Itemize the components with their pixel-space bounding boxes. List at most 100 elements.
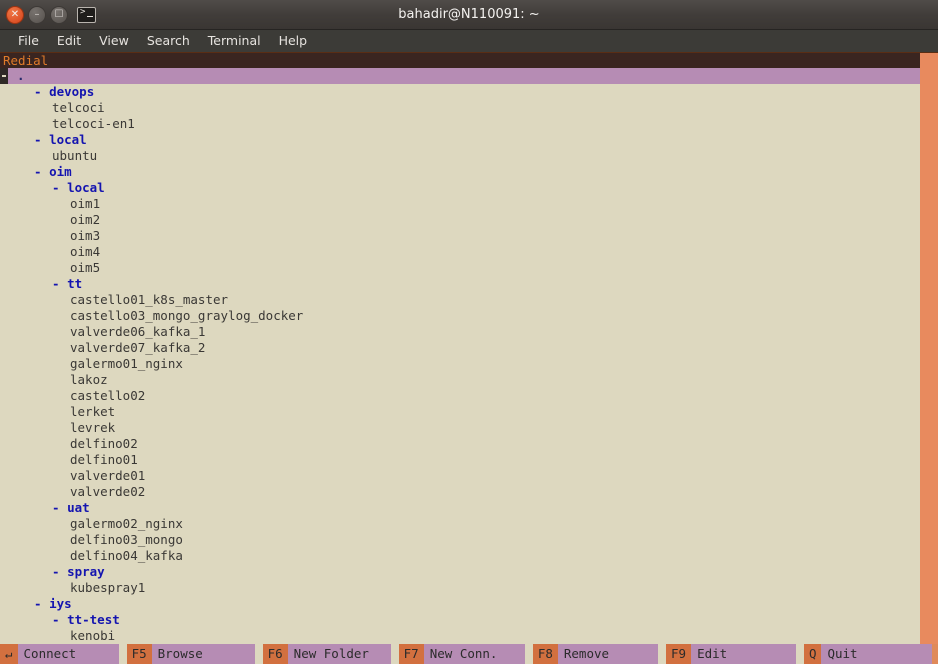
terminal-window: ✕ – ☐ bahadir@N110091: ~ File Edit View …	[0, 0, 938, 664]
fn-gap	[795, 644, 804, 664]
fn-gap	[658, 644, 667, 664]
tree-item-row[interactable]: valverde06_kafka_1	[0, 324, 920, 340]
tree-item-row[interactable]: castello03_mongo_graylog_docker	[0, 308, 920, 324]
tree-folder-row[interactable]: - tt-test	[0, 612, 920, 628]
tree-node-label: uat	[67, 500, 90, 515]
tree-folder-row[interactable]: - uat	[0, 500, 920, 516]
close-icon: ✕	[10, 8, 20, 20]
menu-item-file[interactable]: File	[9, 31, 48, 51]
tree-item-row[interactable]: telcoci-en1	[0, 116, 920, 132]
tree-node-label: delfino02	[70, 436, 138, 451]
fn-quit-button[interactable]: Q Quit	[803, 644, 932, 664]
menu-item-edit[interactable]: Edit	[48, 31, 90, 51]
fn-browse-label: Browse	[151, 644, 255, 664]
tree-node-label: kubespray1	[70, 580, 146, 595]
tree-item-row[interactable]: galermo02_nginx	[0, 516, 920, 532]
selected-row-label: .	[17, 68, 25, 83]
tree-node-label: telcoci	[52, 100, 105, 115]
tree-expand-marker[interactable]: -	[52, 564, 67, 579]
tree-node-label: kenobi	[70, 628, 116, 643]
tree-node-label: lakoz	[70, 372, 108, 387]
tree-node-label: oim	[49, 164, 72, 179]
tree-node-label: castello03_mongo_graylog_docker	[70, 308, 304, 323]
fn-connect-button[interactable]: ↵ Connect	[0, 644, 119, 664]
scrollbar-thumb[interactable]	[920, 53, 938, 644]
fn-remove-button[interactable]: F8 Remove	[532, 644, 659, 664]
tree-expand-marker[interactable]: -	[34, 596, 49, 611]
tree-node-label: valverde06_kafka_1	[70, 324, 206, 339]
maximize-button[interactable]: ☐	[50, 5, 68, 24]
tree-expand-marker[interactable]: -	[52, 612, 67, 627]
fn-scrollbar-cap	[932, 644, 938, 664]
tree-node-label: oim3	[70, 228, 101, 243]
tree-folder-row[interactable]: - tt	[0, 276, 920, 292]
fn-new-folder-key: F6	[262, 644, 288, 664]
redial-panel: Redial . - devops telcoci telcoci-en1- loc…	[0, 53, 920, 644]
tree-item-row[interactable]: valverde07_kafka_2	[0, 340, 920, 356]
tree-folder-row[interactable]: - iys	[0, 596, 920, 612]
tree-item-row[interactable]: oim5	[0, 260, 920, 276]
fn-edit-label: Edit	[691, 644, 796, 664]
tree-expand-marker[interactable]: -	[52, 180, 67, 195]
tree-folder-row[interactable]: - local	[0, 132, 920, 148]
tree-expand-marker[interactable]: -	[34, 164, 49, 179]
terminal-content: Redial . - devops telcoci telcoci-en1- loc…	[0, 53, 938, 644]
fn-new-conn-label: New Conn.	[423, 644, 525, 664]
menu-item-help[interactable]: Help	[270, 31, 317, 51]
tree-item-row[interactable]: oim2	[0, 212, 920, 228]
vertical-scrollbar[interactable]	[920, 53, 938, 644]
tree-item-row[interactable]: levrek	[0, 420, 920, 436]
tree-item-row[interactable]: delfino01	[0, 452, 920, 468]
selected-tree-row[interactable]: .	[0, 68, 920, 84]
tree-node-label: lerket	[70, 404, 116, 419]
fn-new-folder-button[interactable]: F6 New Folder	[262, 644, 391, 664]
tree-folder-row[interactable]: - local	[0, 180, 920, 196]
tree-item-row[interactable]: castello02	[0, 388, 920, 404]
fn-browse-button[interactable]: F5 Browse	[126, 644, 255, 664]
tree-item-row[interactable]: delfino03_mongo	[0, 532, 920, 548]
tree-item-row[interactable]: kubespray1	[0, 580, 920, 596]
tree-expand-marker[interactable]: -	[52, 276, 67, 291]
minimize-button[interactable]: –	[28, 5, 46, 24]
tree-expand-marker[interactable]: -	[34, 132, 49, 147]
close-button[interactable]: ✕	[6, 5, 24, 24]
tree-node-label: spray	[67, 564, 105, 579]
menu-item-view[interactable]: View	[90, 31, 138, 51]
fn-new-conn-button[interactable]: F7 New Conn.	[398, 644, 525, 664]
tree-item-row[interactable]: ubuntu	[0, 148, 920, 164]
fn-edit-button[interactable]: F9 Edit	[666, 644, 796, 664]
tree-item-row[interactable]: lakoz	[0, 372, 920, 388]
tree-item-row[interactable]: valverde02	[0, 484, 920, 500]
tree-item-row[interactable]: oim1	[0, 196, 920, 212]
tree-item-row[interactable]: kenobi	[0, 628, 920, 644]
tree-item-row[interactable]: galermo01_nginx	[0, 356, 920, 372]
tree-expand-marker[interactable]: -	[34, 84, 49, 99]
tree-node-label: levrek	[70, 420, 116, 435]
fn-connect-key: ↵	[0, 644, 18, 664]
tree-item-row[interactable]: castello01_k8s_master	[0, 292, 920, 308]
tree-node-label: ubuntu	[52, 148, 98, 163]
tree-node-label: castello02	[70, 388, 146, 403]
fn-remove-label: Remove	[557, 644, 659, 664]
tree-item-row[interactable]: valverde01	[0, 468, 920, 484]
tree-node-label: tt	[67, 276, 83, 291]
tree-item-row[interactable]: delfino02	[0, 436, 920, 452]
tree-node-label: oim4	[70, 244, 101, 259]
window-title: bahadir@N110091: ~	[398, 7, 540, 22]
tree-node-label: valverde02	[70, 484, 146, 499]
tree-expand-marker[interactable]: -	[52, 500, 67, 515]
menu-item-terminal[interactable]: Terminal	[199, 31, 270, 51]
menu-bar: File Edit View Search Terminal Help	[0, 30, 938, 53]
menu-item-search[interactable]: Search	[138, 31, 199, 51]
tree-item-row[interactable]: telcoci	[0, 100, 920, 116]
tree-folder-row[interactable]: - oim	[0, 164, 920, 180]
tree-item-row[interactable]: lerket	[0, 404, 920, 420]
tree-node-label: oim1	[70, 196, 101, 211]
tree-item-row[interactable]: delfino04_kafka	[0, 548, 920, 564]
app-title: Redial	[3, 53, 49, 68]
tree-item-row[interactable]: oim4	[0, 244, 920, 260]
tree-folder-row[interactable]: - spray	[0, 564, 920, 580]
tree-folder-row[interactable]: - devops	[0, 84, 920, 100]
tree-node-label: oim2	[70, 212, 101, 227]
tree-item-row[interactable]: oim3	[0, 228, 920, 244]
